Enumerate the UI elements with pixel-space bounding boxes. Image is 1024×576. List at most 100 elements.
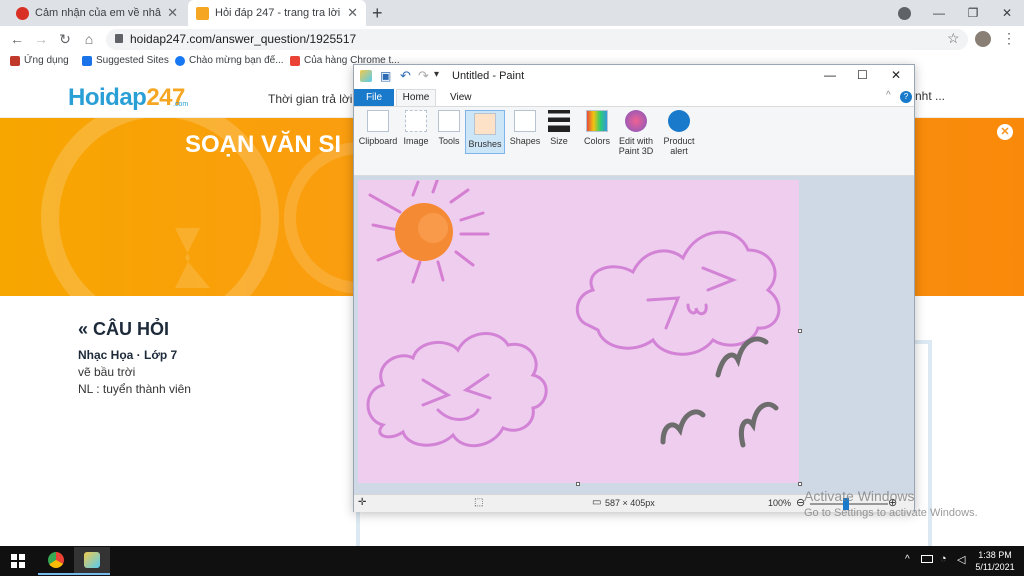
bookmark-chao-mung[interactable]: Chào mừng bạn đế... — [175, 55, 284, 66]
restore-icon[interactable]: ❐ — [956, 0, 990, 26]
ribbon-label: Shapes — [509, 136, 541, 146]
canvas-size-text: 587 × 405px — [605, 498, 655, 508]
help-icon[interactable]: ? — [900, 91, 912, 103]
question-note: NL : tuyển thành viên — [78, 382, 191, 396]
ribbon-label: Edit with Paint 3D — [618, 136, 654, 156]
tab-favicon-icon — [196, 6, 209, 20]
paint-title-bar: ▣ ↶ ↷ ▾ Untitled - Paint — ☐ ✕ — [354, 65, 914, 89]
facebook-icon — [175, 55, 185, 66]
ribbon-product-alert[interactable]: Product alert — [659, 110, 699, 156]
chrome-icon — [48, 552, 64, 568]
paint-title: Untitled - Paint — [452, 70, 525, 82]
question-heading: « CÂU HỎI — [78, 319, 170, 339]
windows-logo-icon — [11, 554, 25, 568]
bookmark-label: Chào mừng bạn đế... — [189, 55, 284, 66]
paint-close-icon[interactable]: ✕ — [891, 68, 901, 82]
bookmark-label: Suggested Sites — [96, 55, 169, 66]
paint-app-icon — [360, 70, 372, 82]
ribbon-label: Image — [403, 136, 429, 146]
ribbon-label: Tools — [438, 136, 460, 146]
menu-dots-icon[interactable]: ⋮ — [1002, 30, 1016, 47]
header-right-text[interactable]: nht ... — [915, 89, 945, 103]
show-hidden-icons[interactable]: ^ — [905, 554, 910, 565]
tab-cam-nhan[interactable]: Cảm nhận của em về nhân vật Vũ ✕ — [8, 0, 186, 26]
taskbar — [0, 546, 1024, 576]
bookmark-suggested[interactable]: Suggested Sites — [82, 55, 169, 66]
brush-icon — [474, 113, 496, 135]
home-icon[interactable]: ⌂ — [80, 30, 98, 48]
site-logo[interactable]: Hoidap247 — [68, 84, 185, 112]
battery-icon[interactable] — [921, 555, 933, 563]
reload-icon[interactable]: ↻ — [56, 30, 74, 48]
undo-icon[interactable]: ↶ — [400, 68, 411, 84]
question-text: vẽ bầu trời — [78, 365, 136, 379]
ribbon-size[interactable]: Size — [539, 110, 579, 146]
paint-window[interactable]: ▣ ↶ ↷ ▾ Untitled - Paint — ☐ ✕ File Home… — [353, 64, 915, 512]
ribbon-label: Clipboard — [358, 136, 398, 146]
clock-date: 5/11/2021 — [975, 562, 1015, 572]
close-tab-icon[interactable]: ✕ — [347, 5, 358, 21]
quick-access-dropdown-icon[interactable]: ▾ — [434, 69, 439, 80]
ribbon-clipboard[interactable]: Clipboard — [358, 110, 398, 146]
volume-icon[interactable]: ◁ — [957, 553, 965, 566]
taskbar-chrome[interactable] — [38, 547, 74, 575]
ribbon-brushes[interactable]: Brushes — [465, 110, 505, 154]
bookmark-star-icon[interactable]: ☆ — [947, 30, 960, 47]
new-tab-button[interactable]: + — [372, 3, 383, 24]
cursor-position-icon: ✛ — [358, 497, 367, 508]
canvas-size-icon: ▭ — [592, 497, 602, 508]
selection-size-icon: ⬚ — [474, 497, 484, 508]
collapse-ribbon-icon[interactable]: ^ — [886, 90, 891, 101]
profile-menu-icon[interactable] — [898, 7, 911, 20]
tab-hoidap[interactable]: Hỏi đáp 247 - trang tra lời ✕ — [188, 0, 366, 26]
resize-handle-corner[interactable] — [798, 482, 802, 486]
activate-windows-subtitle: Go to Settings to activate Windows. — [804, 507, 978, 519]
image-select-icon — [405, 110, 427, 132]
clipboard-icon — [367, 110, 389, 132]
apps-grid-icon — [10, 55, 20, 66]
tab-view[interactable]: View — [450, 92, 472, 103]
close-window-icon[interactable]: ✕ — [990, 0, 1024, 26]
bookmark-label: Ứng dụng — [24, 55, 69, 66]
question-meta: Nhạc Họa · Lớp 7 — [78, 348, 178, 362]
resize-handle-right[interactable] — [798, 329, 802, 333]
tab-file[interactable]: File — [354, 89, 394, 106]
clock-time: 1:38 PM — [978, 550, 1012, 560]
ribbon-label: Colors — [583, 136, 610, 146]
minimize-icon[interactable]: — — [922, 0, 956, 26]
system-clock[interactable]: 1:38 PM 5/11/2021 — [973, 549, 1017, 573]
tools-icon — [438, 110, 460, 132]
ribbon-label: Product alert — [663, 136, 695, 156]
avatar[interactable] — [975, 31, 991, 47]
wifi-icon[interactable]: ◔ — [940, 553, 947, 565]
tab-home[interactable]: Home — [396, 89, 436, 106]
banner-title: SOẠN VĂN SI — [185, 131, 342, 158]
paint-maximize-icon[interactable]: ☐ — [857, 68, 868, 82]
back-arrow-icon[interactable]: ← — [8, 30, 26, 48]
zoom-level: 100% — [768, 498, 792, 508]
tab-title: Hỏi đáp 247 - trang tra lời — [215, 7, 341, 19]
drawing-canvas[interactable] — [358, 180, 799, 483]
ribbon-tools[interactable]: Tools — [429, 110, 469, 146]
paint-ribbon-tabs: File Home View ^ ? — [354, 89, 914, 106]
save-icon[interactable]: ▣ — [380, 69, 391, 83]
resize-handle-bottom[interactable] — [576, 482, 580, 486]
paint-minimize-icon[interactable]: — — [824, 68, 836, 82]
bookmark-apps[interactable]: Ứng dụng — [10, 55, 69, 66]
header-nav-text[interactable]: Thời gian trả lời — [268, 92, 352, 106]
tab-favicon-icon — [16, 6, 29, 20]
size-icon — [548, 110, 570, 132]
redo-icon[interactable]: ↷ — [418, 68, 429, 84]
ribbon-paint3d[interactable]: Edit with Paint 3D — [614, 110, 658, 156]
paint-icon — [84, 552, 100, 568]
start-button[interactable] — [0, 547, 36, 575]
close-tab-icon[interactable]: ✕ — [167, 5, 178, 21]
logo-text: Hoidap — [68, 84, 147, 111]
ribbon-colors[interactable]: Colors — [577, 110, 617, 146]
ribbon-label: Brushes — [468, 139, 502, 149]
bing-icon — [82, 55, 92, 66]
taskbar-paint[interactable] — [74, 547, 110, 575]
banner-close-icon[interactable]: ✕ — [997, 124, 1013, 140]
forward-arrow-icon[interactable]: → — [32, 30, 50, 48]
url-text[interactable]: hoidap247.com/answer_question/1925517 — [130, 32, 356, 46]
